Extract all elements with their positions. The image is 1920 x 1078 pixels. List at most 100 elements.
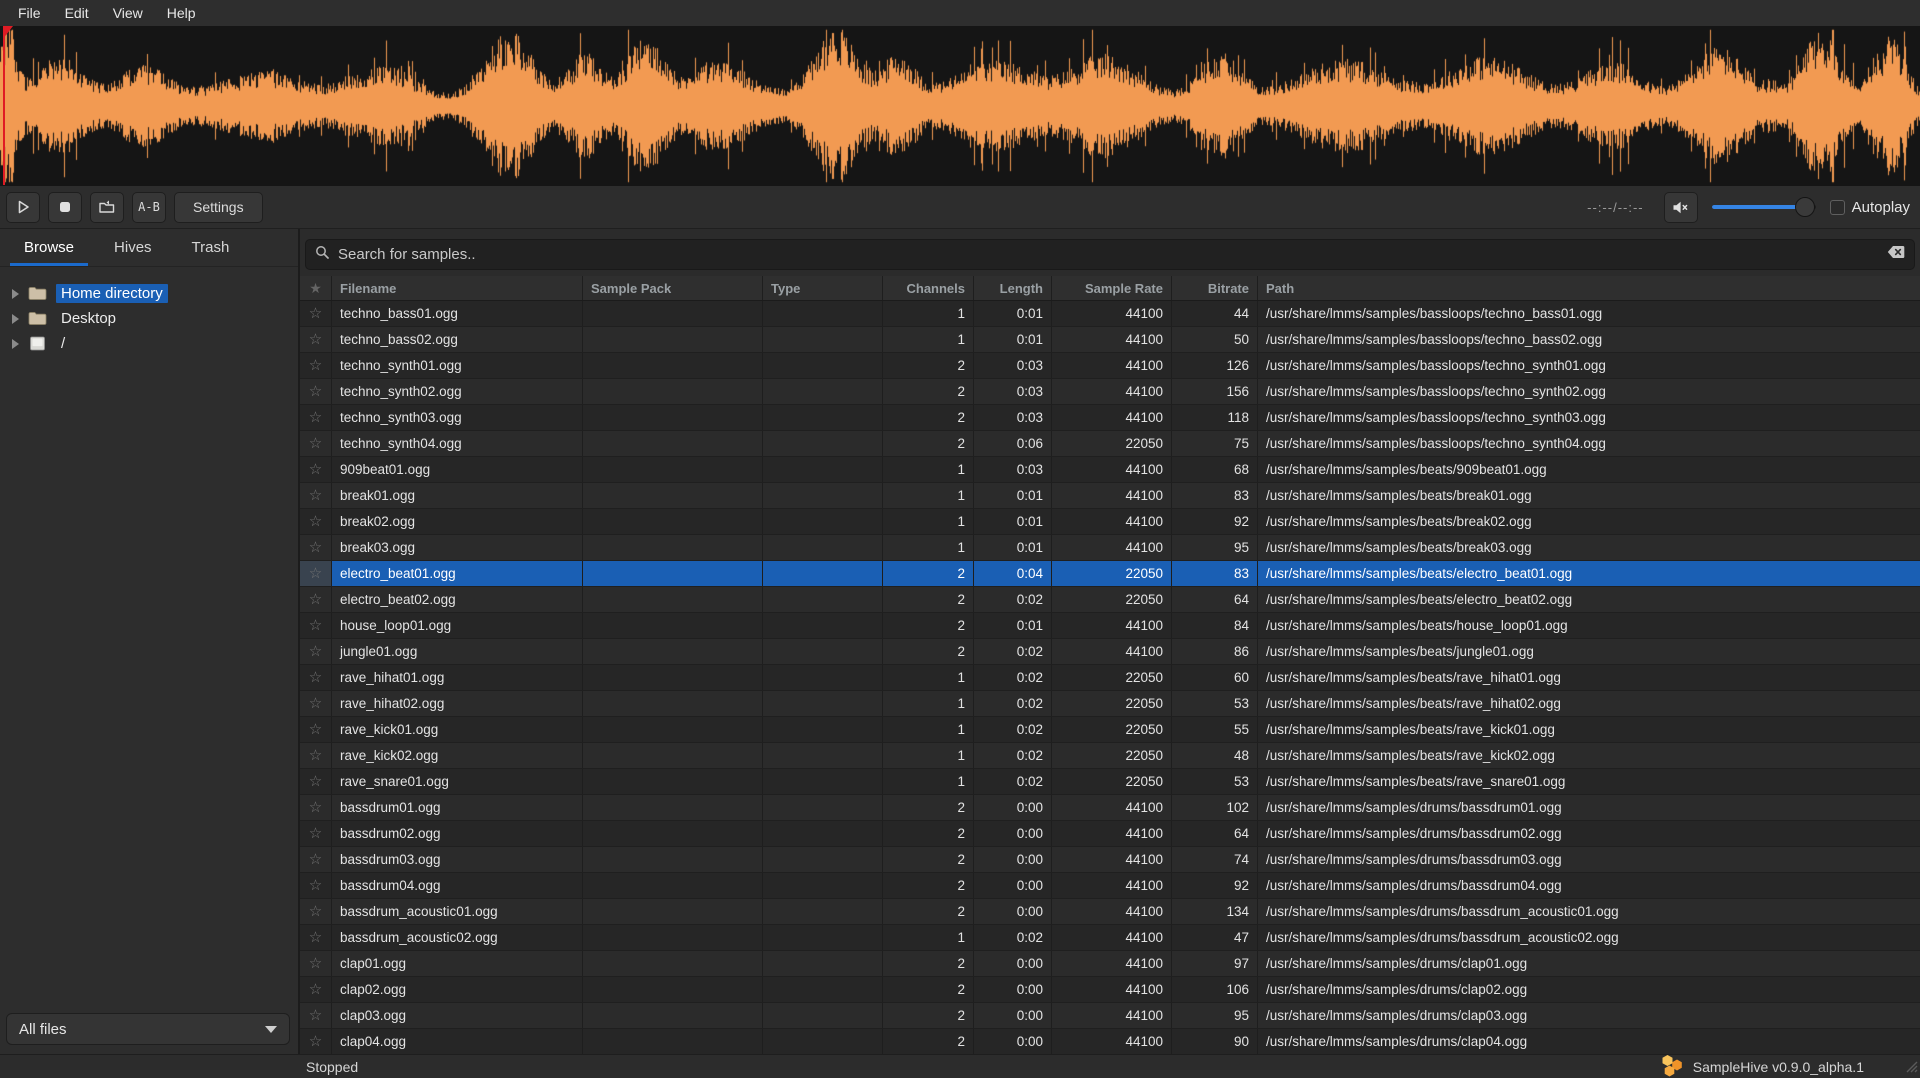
table-row[interactable]: ☆bassdrum02.ogg20:004410064/usr/share/lm… <box>300 821 1920 847</box>
ab-loop-button[interactable]: A-B <box>132 192 166 223</box>
favorite-star-icon[interactable]: ☆ <box>300 353 332 378</box>
table-row[interactable]: ☆break01.ogg10:014410083/usr/share/lmms/… <box>300 483 1920 509</box>
cell-length: 0:03 <box>974 379 1052 404</box>
favorite-star-icon[interactable]: ☆ <box>300 405 332 430</box>
table-row[interactable]: ☆clap04.ogg20:004410090/usr/share/lmms/s… <box>300 1029 1920 1054</box>
autoplay-checkbox[interactable] <box>1830 200 1845 215</box>
favorite-star-icon[interactable]: ☆ <box>300 821 332 846</box>
volume-slider[interactable] <box>1712 196 1816 218</box>
table-row[interactable]: ☆electro_beat02.ogg20:022205064/usr/shar… <box>300 587 1920 613</box>
favorite-star-icon[interactable]: ☆ <box>300 379 332 404</box>
cell-rate: 44100 <box>1052 483 1172 508</box>
table-row[interactable]: ☆clap03.ogg20:004410095/usr/share/lmms/s… <box>300 1003 1920 1029</box>
table-row[interactable]: ☆techno_synth01.ogg20:0344100126/usr/sha… <box>300 353 1920 379</box>
favorite-star-icon[interactable]: ☆ <box>300 535 332 560</box>
column-header-bitrate[interactable]: Bitrate <box>1172 276 1258 300</box>
settings-button[interactable]: Settings <box>174 192 263 223</box>
favorite-star-icon[interactable]: ☆ <box>300 951 332 976</box>
favorite-star-icon[interactable]: ☆ <box>300 691 332 716</box>
table-row[interactable]: ☆rave_hihat01.ogg10:022205060/usr/share/… <box>300 665 1920 691</box>
expander-icon[interactable] <box>12 314 19 324</box>
menu-view[interactable]: View <box>103 3 153 23</box>
table-row[interactable]: ☆rave_kick02.ogg10:022205048/usr/share/l… <box>300 743 1920 769</box>
waveform-panel[interactable] <box>0 26 1920 186</box>
tree-item-root[interactable]: / <box>0 331 298 356</box>
favorite-star-icon[interactable]: ☆ <box>300 561 332 586</box>
table-row[interactable]: ☆clap01.ogg20:004410097/usr/share/lmms/s… <box>300 951 1920 977</box>
column-header-type[interactable]: Type <box>763 276 883 300</box>
favorite-star-icon[interactable]: ☆ <box>300 873 332 898</box>
playhead-flag-icon[interactable] <box>3 26 13 39</box>
favorite-star-icon[interactable]: ☆ <box>300 925 332 950</box>
favorite-star-icon[interactable]: ☆ <box>300 795 332 820</box>
favorite-star-icon[interactable]: ☆ <box>300 301 332 326</box>
table-row[interactable]: ☆bassdrum_acoustic02.ogg10:024410047/usr… <box>300 925 1920 951</box>
table-row[interactable]: ☆bassdrum03.ogg20:004410074/usr/share/lm… <box>300 847 1920 873</box>
favorite-star-icon[interactable]: ☆ <box>300 509 332 534</box>
favorite-star-icon[interactable]: ☆ <box>300 899 332 924</box>
stop-button[interactable] <box>48 192 82 223</box>
play-button[interactable] <box>6 192 40 223</box>
favorite-star-icon[interactable]: ☆ <box>300 483 332 508</box>
cell-length: 0:03 <box>974 457 1052 482</box>
table-row[interactable]: ☆rave_hihat02.ogg10:022205053/usr/share/… <box>300 691 1920 717</box>
menu-edit[interactable]: Edit <box>55 3 99 23</box>
favorite-star-icon[interactable]: ☆ <box>300 639 332 664</box>
table-row[interactable]: ☆909beat01.ogg10:034410068/usr/share/lmm… <box>300 457 1920 483</box>
table-row[interactable]: ☆rave_snare01.ogg10:022205053/usr/share/… <box>300 769 1920 795</box>
table-row[interactable]: ☆house_loop01.ogg20:014410084/usr/share/… <box>300 613 1920 639</box>
tree-item-desktop[interactable]: Desktop <box>0 306 298 331</box>
table-row[interactable]: ☆electro_beat01.ogg20:042205083/usr/shar… <box>300 561 1920 587</box>
column-header-channels[interactable]: Channels <box>883 276 974 300</box>
column-header-favorite[interactable]: ★ <box>300 276 332 300</box>
favorite-star-icon[interactable]: ☆ <box>300 977 332 1002</box>
favorite-star-icon[interactable]: ☆ <box>300 431 332 456</box>
favorite-star-icon[interactable]: ☆ <box>300 1003 332 1028</box>
table-row[interactable]: ☆bassdrum01.ogg20:0044100102/usr/share/l… <box>300 795 1920 821</box>
clear-search-icon[interactable] <box>1887 245 1905 264</box>
tab-hives[interactable]: Hives <box>96 229 170 266</box>
table-row[interactable]: ☆break02.ogg10:014410092/usr/share/lmms/… <box>300 509 1920 535</box>
favorite-star-icon[interactable]: ☆ <box>300 743 332 768</box>
resize-grip[interactable] <box>1902 1057 1918 1076</box>
tree-item-home-directory[interactable]: Home directory <box>0 281 298 306</box>
favorite-star-icon[interactable]: ☆ <box>300 717 332 742</box>
table-row[interactable]: ☆techno_synth03.ogg20:0344100118/usr/sha… <box>300 405 1920 431</box>
favorite-star-icon[interactable]: ☆ <box>300 847 332 872</box>
column-header-path[interactable]: Path <box>1258 276 1920 300</box>
table-row[interactable]: ☆rave_kick01.ogg10:022205055/usr/share/l… <box>300 717 1920 743</box>
table-row[interactable]: ☆jungle01.ogg20:024410086/usr/share/lmms… <box>300 639 1920 665</box>
menu-help[interactable]: Help <box>157 3 206 23</box>
table-row[interactable]: ☆bassdrum_acoustic01.ogg20:0044100134/us… <box>300 899 1920 925</box>
favorite-star-icon[interactable]: ☆ <box>300 1029 332 1054</box>
column-header-sample-pack[interactable]: Sample Pack <box>583 276 763 300</box>
favorite-star-icon[interactable]: ☆ <box>300 457 332 482</box>
column-header-length[interactable]: Length <box>974 276 1052 300</box>
loop-sample-button[interactable] <box>90 192 124 223</box>
mute-button[interactable] <box>1664 192 1698 223</box>
search-input[interactable] <box>338 246 1879 263</box>
table-row[interactable]: ☆clap02.ogg20:0044100106/usr/share/lmms/… <box>300 977 1920 1003</box>
tab-browse[interactable]: Browse <box>6 229 92 266</box>
favorite-star-icon[interactable]: ☆ <box>300 587 332 612</box>
column-header-filename[interactable]: Filename <box>332 276 583 300</box>
table-row[interactable]: ☆techno_bass01.ogg10:014410044/usr/share… <box>300 301 1920 327</box>
expander-icon[interactable] <box>12 339 19 349</box>
waveform-canvas[interactable] <box>0 26 1920 186</box>
file-filter-dropdown[interactable]: All files <box>6 1013 290 1045</box>
favorite-star-icon[interactable]: ☆ <box>300 665 332 690</box>
table-row[interactable]: ☆bassdrum04.ogg20:004410092/usr/share/lm… <box>300 873 1920 899</box>
search-box[interactable] <box>305 239 1915 270</box>
table-row[interactable]: ☆techno_synth04.ogg20:062205075/usr/shar… <box>300 431 1920 457</box>
menu-file[interactable]: File <box>8 3 51 23</box>
table-row[interactable]: ☆techno_bass02.ogg10:014410050/usr/share… <box>300 327 1920 353</box>
volume-slider-handle[interactable] <box>1795 197 1815 217</box>
expander-icon[interactable] <box>12 289 19 299</box>
favorite-star-icon[interactable]: ☆ <box>300 769 332 794</box>
column-header-sample-rate[interactable]: Sample Rate <box>1052 276 1172 300</box>
favorite-star-icon[interactable]: ☆ <box>300 613 332 638</box>
table-row[interactable]: ☆break03.ogg10:014410095/usr/share/lmms/… <box>300 535 1920 561</box>
tab-trash[interactable]: Trash <box>174 229 248 266</box>
favorite-star-icon[interactable]: ☆ <box>300 327 332 352</box>
table-row[interactable]: ☆techno_synth02.ogg20:0344100156/usr/sha… <box>300 379 1920 405</box>
